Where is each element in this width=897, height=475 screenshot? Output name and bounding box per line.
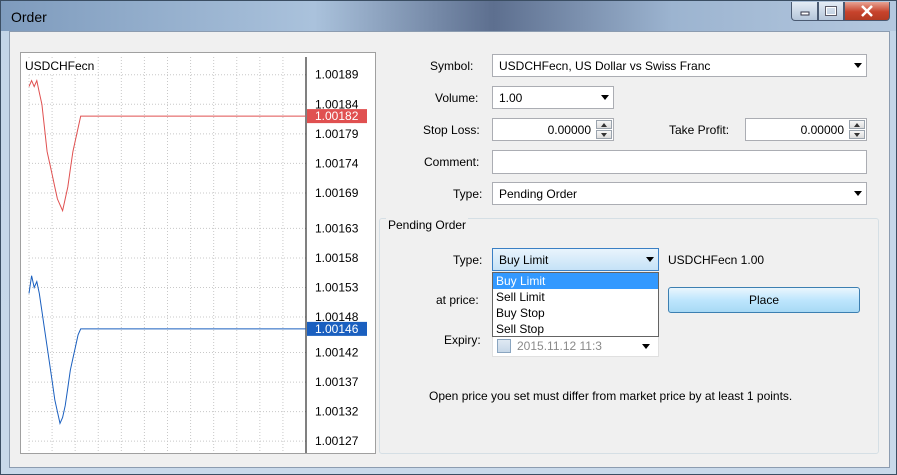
chevron-down-icon (646, 257, 654, 262)
spin-down-icon[interactable] (849, 130, 865, 139)
y-tick-label: 1.00158 (315, 251, 359, 265)
expiry-label: Expiry: (444, 333, 481, 347)
y-tick-label: 1.00189 (315, 68, 359, 82)
take-profit-label: Take Profit: (669, 123, 730, 137)
y-tick-label: 1.00127 (315, 434, 359, 448)
stop-loss-label: Stop Loss: (423, 123, 480, 137)
comment-input[interactable] (492, 150, 867, 174)
pending-order-group-title: Pending Order (386, 218, 469, 232)
chevron-down-icon (854, 191, 862, 196)
tick-chart: 1.00189 1.00184 1.00179 1.00174 1.00169 1.001… (20, 52, 376, 454)
order-window: Order 1.00189 1.00184 1.00179 1.00174 1.0016… (0, 0, 897, 475)
spin-up-icon[interactable] (849, 120, 865, 129)
symbol-select[interactable]: USDCHFecn, US Dollar vs Swiss Franc (492, 54, 867, 77)
order-type-value: Pending Order (499, 187, 578, 201)
expiry-picker[interactable]: 2015.11.12 11:3 (492, 334, 659, 357)
y-tick-label: 1.00179 (315, 127, 359, 141)
order-type-select[interactable]: Pending Order (492, 182, 867, 205)
volume-label: Volume: (435, 91, 479, 105)
order-dialog-body: 1.00189 1.00184 1.00179 1.00174 1.00169 1.001… (9, 31, 890, 468)
maximize-button[interactable] (818, 2, 844, 21)
title-bar[interactable]: Order (1, 1, 896, 31)
pending-type-select[interactable]: Buy Limit (492, 248, 659, 271)
minimize-button[interactable] (791, 2, 818, 21)
volume-select-value: 1.00 (499, 91, 523, 105)
y-tick-label: 1.00142 (315, 346, 359, 360)
pending-type-dropdown: Buy Limit Sell Limit Buy Stop Sell Stop (492, 272, 659, 337)
price-distance-note: Open price you set must differ from mark… (429, 389, 793, 403)
stop-loss-input[interactable]: 0.00000 (492, 118, 614, 141)
expiry-checkbox[interactable] (497, 339, 511, 353)
dropdown-option-buy-limit[interactable]: Buy Limit (493, 273, 658, 289)
comment-label: Comment: (424, 155, 480, 169)
pending-type-value: Buy Limit (499, 253, 549, 267)
ask-price-tag-label: 1.00146 (315, 322, 359, 336)
chevron-down-icon (601, 95, 609, 100)
pending-summary: USDCHFecn 1.00 (668, 253, 765, 267)
chart-symbol-label: USDCHFecn (25, 59, 95, 73)
window-controls (791, 2, 890, 22)
dropdown-option-buy-stop[interactable]: Buy Stop (493, 305, 658, 321)
bid-price-line (28, 78, 306, 213)
type-label: Type: (453, 187, 483, 201)
bid-price-tag-label: 1.00182 (315, 109, 359, 123)
expiry-value: 2015.11.12 11:3 (517, 339, 602, 353)
take-profit-spinner[interactable] (849, 120, 865, 139)
window-title: Order (11, 9, 47, 25)
y-tick-label: 1.00137 (315, 375, 359, 389)
spin-down-icon[interactable] (596, 130, 612, 139)
symbol-select-value: USDCHFecn, US Dollar vs Swiss Franc (499, 59, 711, 73)
volume-select[interactable]: 1.00 (492, 86, 614, 109)
y-tick-label: 1.00153 (315, 281, 359, 295)
dropdown-option-sell-stop[interactable]: Sell Stop (493, 321, 658, 337)
maximize-icon (825, 6, 837, 16)
symbol-label: Symbol: (430, 59, 474, 73)
close-button[interactable] (844, 2, 890, 21)
y-tick-label: 1.00169 (315, 186, 359, 200)
stop-loss-spinner[interactable] (596, 120, 612, 139)
chevron-down-icon (854, 63, 862, 68)
y-tick-label: 1.00174 (315, 156, 359, 170)
y-tick-label: 1.00132 (315, 405, 359, 419)
dropdown-option-sell-limit[interactable]: Sell Limit (493, 289, 658, 305)
stop-loss-value: 0.00000 (547, 123, 591, 137)
minimize-icon (800, 11, 809, 16)
place-button[interactable]: Place (668, 287, 860, 313)
at-price-label: at price: (436, 293, 479, 307)
take-profit-input[interactable]: 0.00000 (745, 118, 867, 141)
close-icon (861, 5, 873, 17)
chevron-down-icon[interactable] (642, 344, 650, 349)
y-tick-label: 1.00163 (315, 221, 359, 235)
spin-up-icon[interactable] (596, 120, 612, 129)
tick-chart-plot: 1.001891.001841.001791.001741.001691.001… (28, 57, 367, 453)
pending-type-label: Type: (453, 253, 483, 267)
take-profit-value: 0.00000 (800, 123, 844, 137)
